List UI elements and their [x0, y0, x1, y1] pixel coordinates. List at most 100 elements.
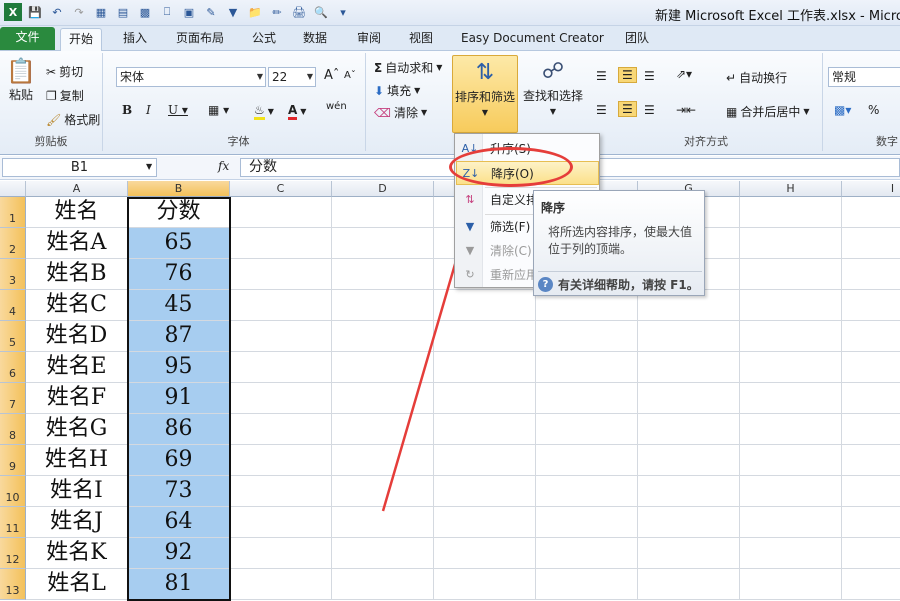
cell-empty[interactable] [638, 414, 740, 445]
cell-name[interactable]: 姓名 [26, 197, 128, 228]
folder-icon[interactable]: 📁 [246, 3, 264, 21]
row-header[interactable]: 13 [0, 569, 26, 600]
cell-empty[interactable] [230, 569, 332, 600]
tab-page-layout[interactable]: 页面布局 [168, 28, 232, 51]
cell-empty[interactable] [638, 383, 740, 414]
align-right-button[interactable]: ☰ [644, 103, 655, 117]
cell-empty[interactable] [332, 259, 434, 290]
cell-empty[interactable] [536, 569, 638, 600]
cell-empty[interactable] [842, 321, 900, 352]
cell-empty[interactable] [230, 290, 332, 321]
cell-name[interactable]: 姓名A [26, 228, 128, 259]
cell-empty[interactable] [638, 507, 740, 538]
cell-empty[interactable] [434, 352, 536, 383]
row-header[interactable]: 4 [0, 290, 26, 321]
wrap-text-button[interactable]: ↵ 自动换行 [726, 69, 787, 86]
cell-empty[interactable] [536, 414, 638, 445]
print-preview-icon[interactable]: ⎕ [158, 3, 176, 21]
cell-empty[interactable] [536, 445, 638, 476]
align-top-button[interactable]: ☰ [596, 69, 607, 83]
cell-empty[interactable] [230, 414, 332, 445]
cell-empty[interactable] [230, 445, 332, 476]
italic-button[interactable]: I [146, 103, 151, 117]
column-header-a[interactable]: A [26, 181, 128, 197]
cell-empty[interactable] [638, 476, 740, 507]
merge-center-button[interactable]: ▦ 合并后居中 ▼ [726, 103, 810, 120]
name-box[interactable]: B1 [2, 158, 157, 177]
cell-empty[interactable] [842, 569, 900, 600]
cell-empty[interactable] [230, 197, 332, 228]
grow-font-button[interactable]: Aˆ [324, 68, 339, 83]
cell-empty[interactable] [842, 445, 900, 476]
cell-score[interactable]: 64 [128, 507, 230, 538]
cell-empty[interactable] [230, 383, 332, 414]
cell-empty[interactable] [842, 352, 900, 383]
cell-empty[interactable] [740, 352, 842, 383]
cell-empty[interactable] [536, 383, 638, 414]
cell-empty[interactable] [740, 414, 842, 445]
font-color-button[interactable]: A ▼ [288, 103, 306, 120]
row-header[interactable]: 3 [0, 259, 26, 290]
cell-empty[interactable] [740, 259, 842, 290]
cell-empty[interactable] [536, 538, 638, 569]
cell-name[interactable]: 姓名G [26, 414, 128, 445]
cell-empty[interactable] [332, 476, 434, 507]
cell-score[interactable]: 69 [128, 445, 230, 476]
redo-icon[interactable]: ↷ [70, 3, 88, 21]
tab-easy-document-creator[interactable]: Easy Document Creator [453, 28, 612, 51]
row-header[interactable]: 8 [0, 414, 26, 445]
orientation-button[interactable]: ⇗▾ [676, 67, 692, 81]
sort-filter-button[interactable]: ⇅ 排序和筛选 ▼ [452, 55, 518, 133]
cell-empty[interactable] [740, 228, 842, 259]
cell-empty[interactable] [434, 290, 536, 321]
cell-empty[interactable] [332, 445, 434, 476]
cell-empty[interactable] [332, 197, 434, 228]
cell-empty[interactable] [740, 197, 842, 228]
row-header[interactable]: 2 [0, 228, 26, 259]
cell-empty[interactable] [332, 538, 434, 569]
cell-name[interactable]: 姓名K [26, 538, 128, 569]
cell-name[interactable]: 姓名F [26, 383, 128, 414]
cell-empty[interactable] [230, 476, 332, 507]
tab-home[interactable]: 开始 [60, 28, 103, 51]
underline-button[interactable]: U ▾ [168, 103, 188, 117]
cell-empty[interactable] [740, 383, 842, 414]
row-header[interactable]: 7 [0, 383, 26, 414]
fill-button[interactable]: ⬇ 填充 ▼ [374, 82, 420, 99]
tab-review[interactable]: 审阅 [349, 28, 389, 51]
number-format-combo[interactable]: 常规 [828, 67, 900, 87]
align-left-button[interactable]: ☰ [596, 103, 607, 117]
cell-score[interactable]: 95 [128, 352, 230, 383]
row-header[interactable]: 6 [0, 352, 26, 383]
format-brush-icon[interactable]: ✎ [202, 3, 220, 21]
cell-empty[interactable] [638, 321, 740, 352]
cell-score[interactable]: 81 [128, 569, 230, 600]
table-icon[interactable]: ▩ [136, 3, 154, 21]
cell-empty[interactable] [842, 538, 900, 569]
cell-name[interactable]: 姓名J [26, 507, 128, 538]
cell-empty[interactable] [638, 538, 740, 569]
cell-score[interactable]: 73 [128, 476, 230, 507]
form-icon[interactable]: ▦ [92, 3, 110, 21]
cell-empty[interactable] [332, 569, 434, 600]
cell-empty[interactable] [434, 569, 536, 600]
calculator-icon[interactable]: ▤ [114, 3, 132, 21]
tab-insert[interactable]: 插入 [115, 28, 155, 51]
cell-empty[interactable] [332, 228, 434, 259]
undo-icon[interactable]: ↶ [48, 3, 66, 21]
tab-data[interactable]: 数据 [295, 28, 335, 51]
tab-view[interactable]: 视图 [401, 28, 441, 51]
cell-empty[interactable] [638, 352, 740, 383]
cell-empty[interactable] [332, 414, 434, 445]
cell-empty[interactable] [230, 538, 332, 569]
worksheet-grid[interactable]: A B C D E F G H I 1姓名分数2姓名A653姓名B764姓名C4… [0, 181, 900, 601]
cell-empty[interactable] [434, 538, 536, 569]
font-name-combo[interactable]: 宋体 ▼ [116, 67, 266, 87]
cell-score[interactable]: 91 [128, 383, 230, 414]
cell-name[interactable]: 姓名I [26, 476, 128, 507]
cell-score[interactable]: 45 [128, 290, 230, 321]
cell-empty[interactable] [332, 383, 434, 414]
row-header[interactable]: 5 [0, 321, 26, 352]
column-header-i[interactable]: I [842, 181, 900, 197]
cell-empty[interactable] [740, 476, 842, 507]
